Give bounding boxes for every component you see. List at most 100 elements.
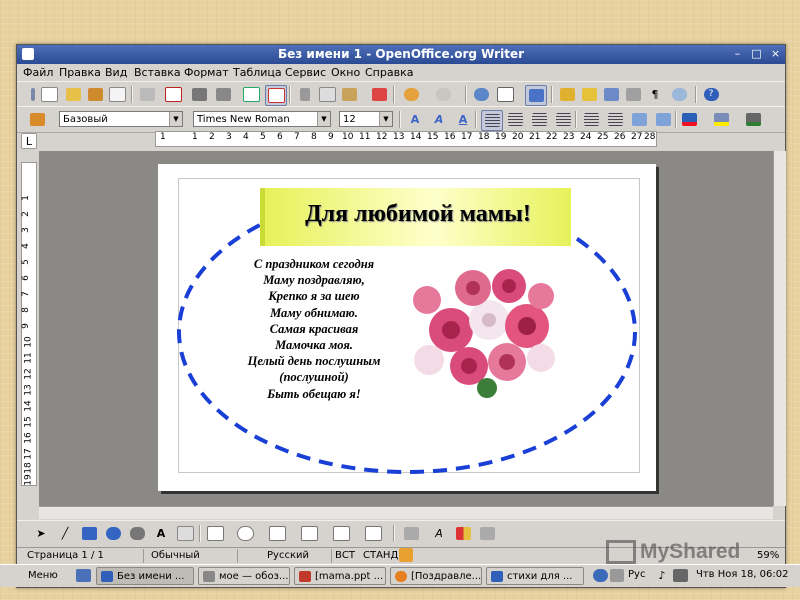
tab-stop-selector[interactable]: L [21, 133, 37, 149]
font-name-select[interactable]: Times New Roman ▼ [193, 111, 331, 127]
open-icon[interactable] [63, 85, 83, 104]
new-document-icon[interactable] [39, 85, 59, 104]
line-icon[interactable]: ╱ [55, 524, 75, 543]
block-arrows-icon[interactable] [267, 524, 287, 543]
align-center-icon[interactable] [505, 110, 525, 129]
keyboard-layout-indicator[interactable]: Рус [628, 569, 645, 580]
title-bar[interactable]: Без имени 1 - OpenOffice.org Writer – □ … [17, 45, 785, 64]
redo-icon[interactable] [433, 85, 453, 104]
task-document[interactable]: мое — обоз... [198, 567, 290, 585]
chevron-down-icon[interactable]: ▼ [317, 112, 330, 126]
navigator-icon[interactable] [557, 85, 577, 104]
flower-bouquet-image[interactable] [391, 262, 571, 402]
document-area[interactable]: Для любимой мамы! С праздником сегодня М… [39, 151, 773, 506]
font-color-icon[interactable] [679, 110, 699, 129]
spellcheck-icon[interactable] [241, 85, 261, 104]
clone-format-icon[interactable] [369, 85, 389, 104]
task-browser[interactable]: [Поздравле... [390, 567, 482, 585]
print-preview-icon[interactable] [213, 85, 233, 104]
pilcrow-icon[interactable]: ¶ [645, 85, 665, 104]
document-page[interactable]: Для любимой мамы! С праздником сегодня М… [158, 164, 656, 491]
task-poems[interactable]: стихи для ... [486, 567, 584, 585]
show-desktop-icon[interactable] [74, 567, 92, 583]
callouts-icon[interactable] [175, 524, 195, 543]
bold-icon[interactable]: A [405, 110, 425, 129]
numbering-icon[interactable] [581, 110, 601, 129]
horizontal-ruler[interactable]: 1 1 2 3 4 5 6 7 8 9 10 11 12 13 14 15 16… [155, 131, 657, 147]
hyperlink-icon[interactable] [471, 85, 491, 104]
gallery-icon[interactable] [579, 85, 599, 104]
status-insert-mode[interactable]: ВСТ [335, 550, 355, 561]
points-icon[interactable] [401, 524, 421, 543]
text-icon[interactable]: A [151, 524, 171, 543]
rectangle-icon[interactable] [79, 524, 99, 543]
zoom-icon[interactable] [669, 85, 689, 104]
clock[interactable]: Чтв Ноя 18, 06:02 [696, 569, 789, 580]
volume-icon[interactable]: ♪ [654, 567, 670, 583]
menu-tools[interactable]: Сервис [285, 66, 326, 79]
maximize-button[interactable]: □ [748, 46, 765, 62]
status-language[interactable]: Русский [267, 550, 309, 561]
start-menu-button[interactable]: Меню [22, 567, 72, 585]
export-pdf-icon[interactable] [163, 85, 183, 104]
horizontal-scrollbar[interactable] [39, 506, 773, 519]
menu-window[interactable]: Окно [331, 66, 360, 79]
menu-help[interactable]: Справка [365, 66, 413, 79]
autospellcheck-icon[interactable] [265, 85, 287, 106]
extrusion-icon[interactable] [477, 524, 497, 543]
align-left-icon[interactable] [481, 110, 503, 131]
poem-text[interactable]: С праздником сегодня Маму поздравляю, Кр… [214, 256, 414, 402]
stars-icon[interactable] [363, 524, 383, 543]
bullets-icon[interactable] [605, 110, 625, 129]
notification-icon[interactable] [672, 567, 688, 583]
paragraph-style-select[interactable]: Базовый ▼ [59, 111, 183, 127]
table-icon[interactable] [495, 85, 515, 104]
undo-icon[interactable] [401, 85, 421, 104]
highlighting-icon[interactable] [711, 110, 731, 129]
paste-icon[interactable] [339, 85, 359, 104]
flowcharts-icon[interactable] [299, 524, 319, 543]
font-size-select[interactable]: 12 ▼ [339, 111, 393, 127]
status-page-style[interactable]: Обычный [151, 550, 200, 561]
vertical-scrollbar[interactable] [773, 151, 786, 506]
show-draw-functions-icon[interactable] [525, 85, 547, 106]
task-writer[interactable]: Без имени ... [96, 567, 194, 585]
chevron-down-icon[interactable]: ▼ [169, 112, 182, 126]
symbol-shapes-icon[interactable] [235, 524, 255, 543]
justify-icon[interactable] [553, 110, 573, 129]
ellipse-icon[interactable] [103, 524, 123, 543]
edit-file-icon[interactable] [137, 85, 157, 104]
help-icon[interactable]: ? [701, 85, 721, 104]
heading-banner[interactable]: Для любимой мамы! [260, 188, 571, 246]
chevron-down-icon[interactable]: ▼ [379, 112, 392, 126]
menu-table[interactable]: Таблица [233, 66, 282, 79]
decrease-indent-icon[interactable] [629, 110, 649, 129]
status-zoom[interactable]: 59% [757, 550, 779, 561]
freeform-icon[interactable] [127, 524, 147, 543]
select-arrow-icon[interactable]: ➤ [31, 524, 51, 543]
from-file-icon[interactable] [453, 524, 473, 543]
underline-icon[interactable]: A [453, 110, 473, 129]
align-right-icon[interactable] [529, 110, 549, 129]
clipboard-icon[interactable] [610, 567, 624, 583]
menu-format[interactable]: Формат [184, 66, 229, 79]
background-color-icon[interactable] [743, 110, 763, 129]
vertical-ruler[interactable]: 1 2 3 4 5 6 7 8 9 10 11 12 13 14 15 16 1… [21, 162, 37, 486]
close-button[interactable]: × [767, 46, 784, 62]
callout-shapes-icon[interactable] [331, 524, 351, 543]
save-icon[interactable] [85, 85, 105, 104]
print-icon[interactable] [189, 85, 209, 104]
basic-shapes-icon[interactable] [205, 524, 225, 543]
styles-formatting-icon[interactable] [27, 110, 47, 129]
email-icon[interactable] [107, 85, 127, 104]
task-presentation[interactable]: [mama.ppt ... [294, 567, 386, 585]
menu-view[interactable]: Вид [105, 66, 127, 79]
nonprinting-characters-icon[interactable] [623, 85, 643, 104]
status-selection-mode[interactable]: СТАНД [363, 550, 398, 561]
italic-icon[interactable]: A [429, 110, 449, 129]
menu-insert[interactable]: Вставка [134, 66, 181, 79]
copy-icon[interactable] [317, 85, 337, 104]
cut-icon[interactable] [295, 85, 315, 104]
minimize-button[interactable]: – [729, 46, 746, 62]
increase-indent-icon[interactable] [653, 110, 673, 129]
